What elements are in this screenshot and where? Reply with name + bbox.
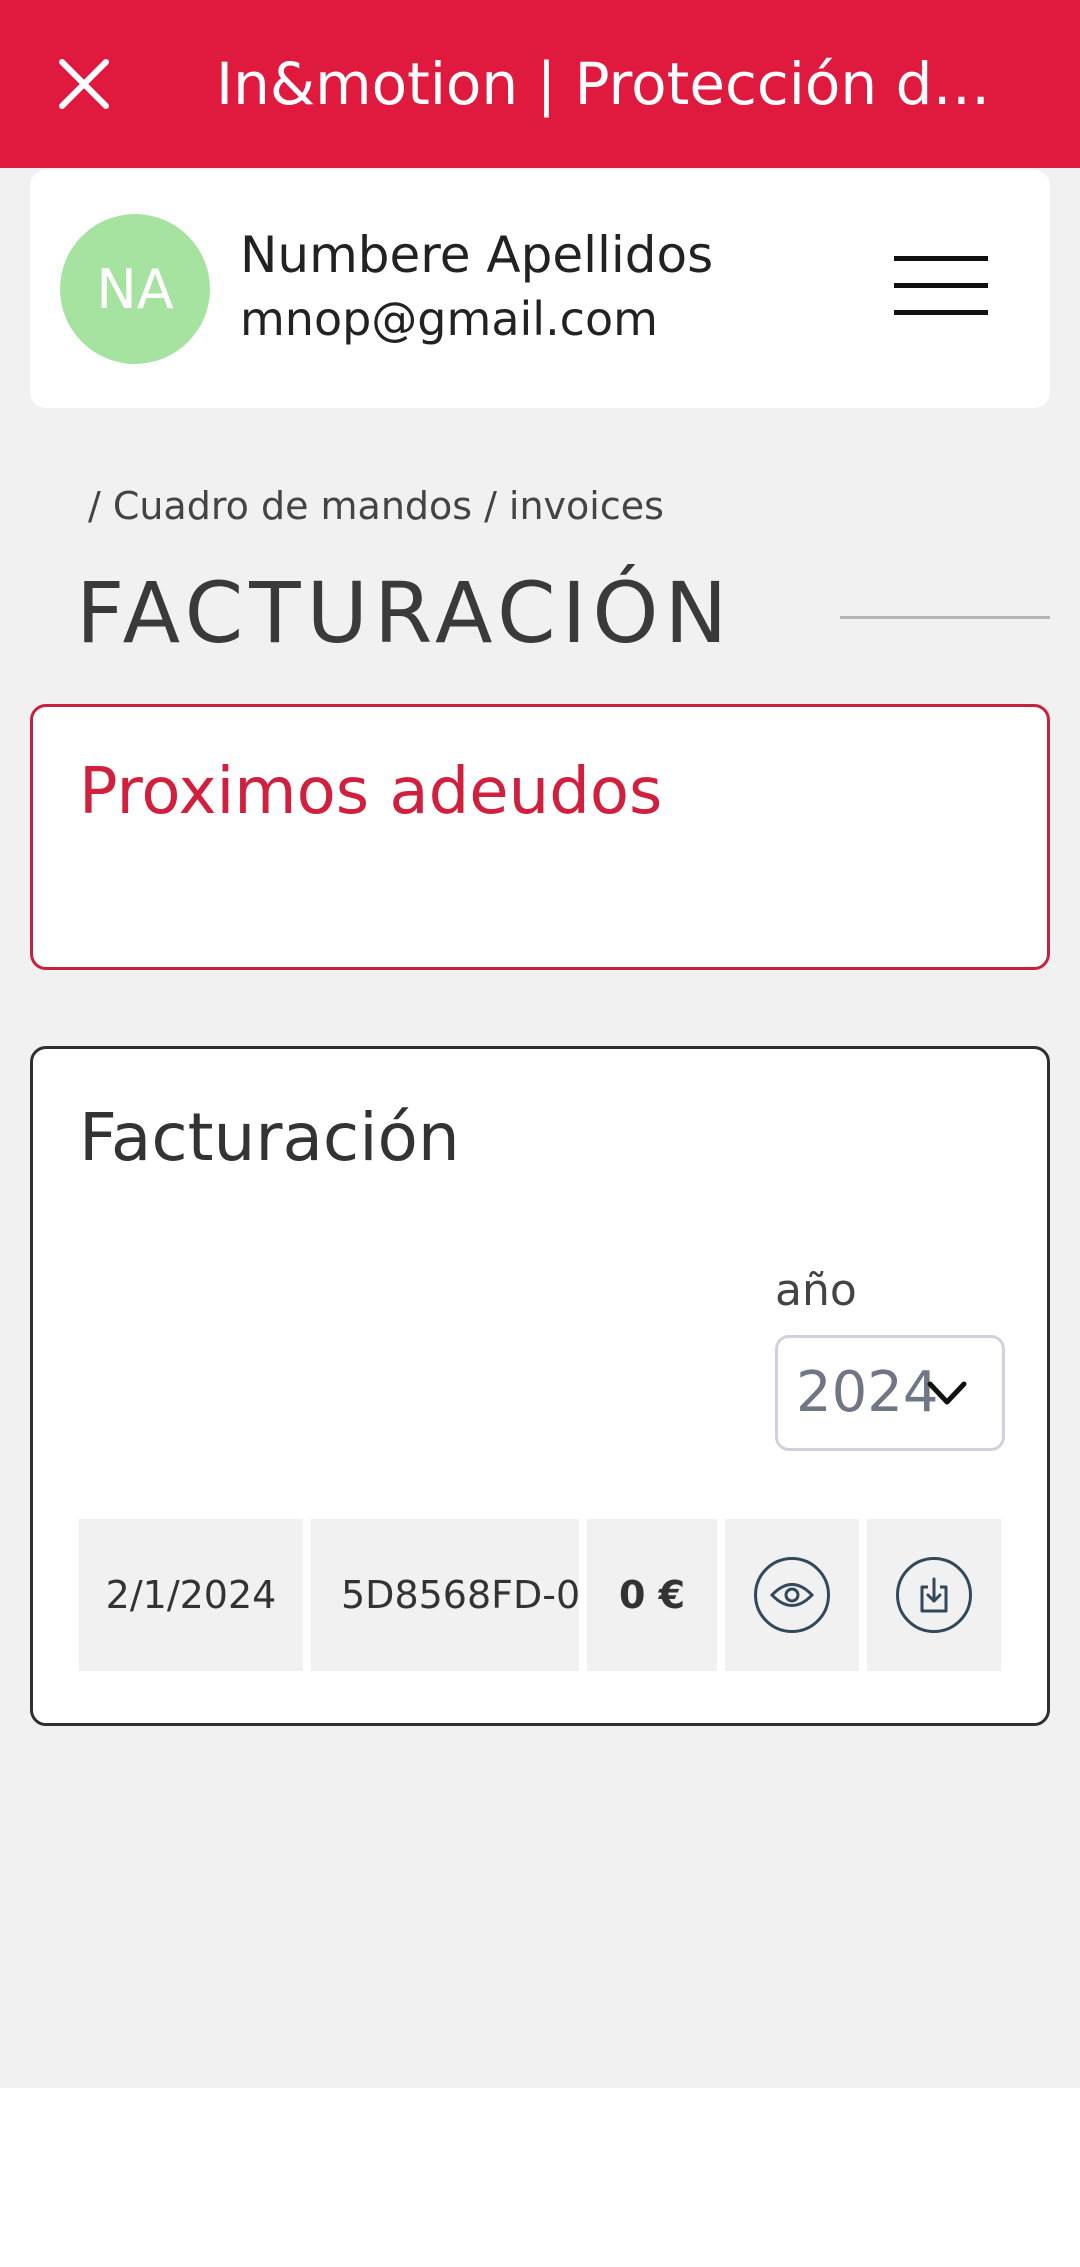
invoice-date: 2/1/2024 [79, 1519, 303, 1671]
eye-icon [754, 1557, 830, 1633]
chevron-down-icon [927, 1381, 967, 1405]
close-icon [59, 59, 109, 109]
billing-title: Facturación [79, 1099, 460, 1176]
upcoming-debits-title: Proximos adeudos [79, 755, 663, 829]
avatar: NA [60, 214, 210, 364]
billing-card: Facturación año 2024 2/1/2024 5D8568FD-0… [30, 1046, 1050, 1726]
year-select-value: 2024 [796, 1360, 939, 1425]
invoice-code: 5D8568FD-0 [311, 1519, 579, 1671]
view-invoice-button[interactable] [725, 1519, 859, 1671]
breadcrumb-item-invoices[interactable]: invoices [509, 484, 664, 528]
year-select[interactable]: 2024 [775, 1335, 1005, 1451]
user-email: mnop@gmail.com [240, 292, 658, 346]
user-name: Numbere Apellidos [240, 226, 714, 284]
breadcrumb: / Cuadro de mandos / invoices [88, 484, 664, 528]
page-title: FACTURACIÓN [76, 564, 734, 662]
invoice-row: 2/1/2024 5D8568FD-0 0 € [79, 1519, 1005, 1671]
app-title: In&motion | Protección d… [216, 50, 991, 118]
main-content: NA Numbere Apellidos mnop@gmail.com / Cua… [0, 168, 1080, 2088]
year-label: año [775, 1265, 857, 1316]
app-bar: In&motion | Protección d… [0, 0, 1080, 168]
upcoming-debits-card: Proximos adeudos [30, 704, 1050, 970]
bottom-area [0, 2088, 1080, 2267]
download-icon [896, 1557, 972, 1633]
breadcrumb-item-dashboard[interactable]: Cuadro de mandos [113, 484, 472, 528]
title-divider [840, 616, 1050, 619]
breadcrumb-separator: / [484, 484, 497, 528]
profile-card: NA Numbere Apellidos mnop@gmail.com [30, 170, 1050, 408]
breadcrumb-separator: / [88, 484, 101, 528]
download-invoice-button[interactable] [867, 1519, 1001, 1671]
close-button[interactable] [50, 50, 118, 118]
hamburger-menu-icon[interactable] [894, 256, 988, 316]
invoice-amount: 0 € [587, 1519, 717, 1671]
